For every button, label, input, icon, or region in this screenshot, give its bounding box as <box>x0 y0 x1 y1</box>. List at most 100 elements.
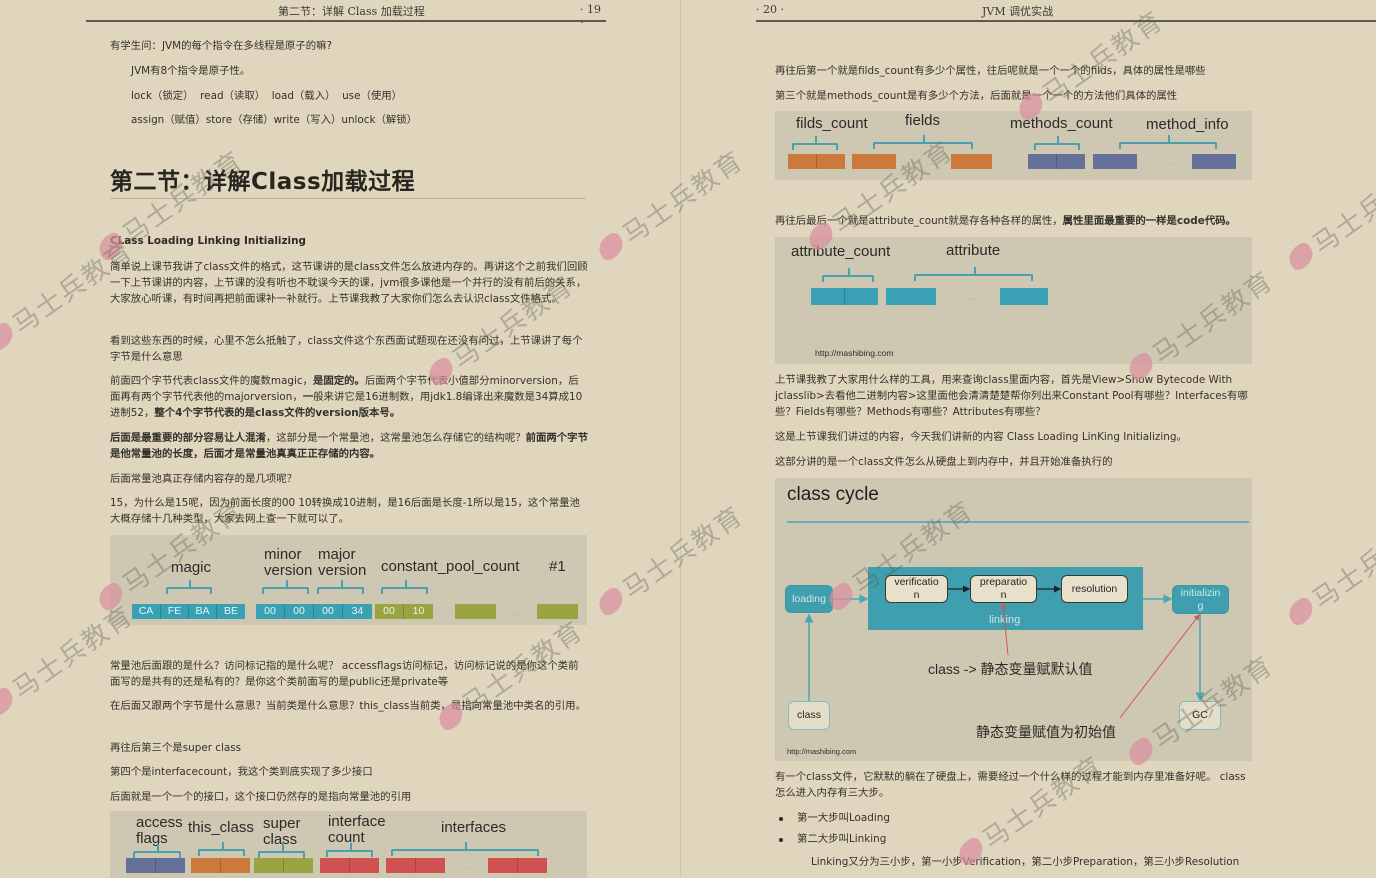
method-block <box>1093 154 1137 169</box>
title-underline <box>787 521 1249 523</box>
class-info-diagram: access flags this_class super class inte… <box>110 811 587 878</box>
paragraph-2: 看到这些东西的时候，心里不怎么抵触了，class文件这个东西面试题现在还没有问过… <box>110 335 583 363</box>
paragraph-5: 这是上节课我们讲过的内容，今天我们讲新的内容 Class Loading Lin… <box>775 431 1187 443</box>
byte-cell <box>788 154 817 169</box>
interface-bytes <box>488 858 547 873</box>
label-method-info: method_info <box>1146 116 1229 133</box>
node-verification: verificatio n <box>885 575 948 603</box>
left-page: 第二节：详解 Class 加载过程 · 19 · 有学生问：JVM的每个指令在多… <box>0 0 680 878</box>
brace-methods-count <box>1034 136 1080 150</box>
brace-minor <box>262 580 309 594</box>
bold-run: 后面是最重要的部分容易让人混淆 <box>110 432 266 444</box>
class-header-diagram: magic minor version major version consta… <box>110 535 587 625</box>
ellipsis: ... <box>512 607 522 618</box>
label-first-entry: #1 <box>549 558 566 575</box>
byte-cell: BA <box>189 604 217 619</box>
label-interface-count: interface count <box>328 813 386 846</box>
node-initializing: initializin g <box>1172 585 1229 614</box>
student-question: 有学生问：JVM的每个指令在多线程是原子的嘛? <box>110 40 333 52</box>
label-this-class: this_class <box>188 819 254 836</box>
running-head-title: JVM 调优实战 <box>982 5 1054 18</box>
cp-entry-block <box>537 604 578 619</box>
right-running-head: · 20 · JVM 调优实战 <box>756 3 1276 21</box>
label-constant-pool-count: constant_pool_count <box>381 558 520 575</box>
paragraph-4: 后面是最重要的部分容易让人混淆，这部分是一个常量池，这常量池怎么存储它的结构呢？… <box>110 430 588 462</box>
byte-cell <box>1028 154 1057 169</box>
brace-major <box>317 580 364 594</box>
byte-cell <box>1057 154 1085 169</box>
instruction-list-1: lock（锁定） read（读取） load（载入） use（使用） <box>131 90 403 102</box>
list-item: 第二大步叫Linking <box>775 829 890 850</box>
methods-count-bytes <box>1028 154 1085 169</box>
cp-entry <box>537 604 578 619</box>
bold-run: 一 <box>302 391 314 403</box>
brace-attribute-count <box>822 268 874 282</box>
brace-fields <box>873 135 973 149</box>
byte-cell <box>320 858 350 873</box>
brace-interfaces <box>391 842 539 856</box>
class-cycle-title: class cycle <box>787 484 879 505</box>
field-entry <box>951 154 992 169</box>
byte-cell <box>156 858 185 873</box>
paragraph-3: 前面四个字节代表class文件的魔数magic，是固定的。后面两个字节代表小值部… <box>110 373 588 421</box>
paragraph-1: 简单说上课节我讲了class文件的格式，这节课讲的是class文件怎么放进内存的… <box>110 261 588 305</box>
field-block <box>951 154 992 169</box>
brace-filds-count <box>792 136 838 150</box>
ellipsis: ... <box>968 292 978 303</box>
magic-bytes: CA FE BA BE <box>132 604 245 619</box>
bold-run: 属性里面最重要的一样是code代码。 <box>1062 215 1236 227</box>
paragraph-11: 后面就是一个一个的接口，这个接口仍然存的是指向常量池的引用 <box>110 791 412 803</box>
linking-label: linking <box>989 614 1021 626</box>
brace-this-class <box>198 842 245 856</box>
access-flags-bytes <box>126 858 185 873</box>
paragraph-5: 后面常量池真正存储内容存的是几项呢？ <box>110 473 298 485</box>
node-resolution: resolution <box>1061 575 1128 603</box>
byte-cell: 00 <box>314 604 343 619</box>
running-head-rule <box>756 20 1376 22</box>
paragraph-4: 上节课我教了大家用什么样的工具，用来查询class里面内容，首先是View>Sh… <box>775 374 1248 418</box>
field-block <box>852 154 896 169</box>
source-url: http://mashibing.com <box>787 747 857 756</box>
node-preparation: preparatio n <box>970 575 1037 603</box>
class-cycle-diagram: class cycle linking loading verificatio … <box>775 478 1252 761</box>
byte-cell <box>416 858 445 873</box>
brace-magic <box>166 580 212 594</box>
paragraph-1: 再往后第一个就是filds_count有多少个属性，往后呢就是一个一个的fild… <box>775 65 1206 77</box>
byte-cell <box>811 288 845 305</box>
brace-interface-count <box>326 843 373 857</box>
field-entry <box>852 154 896 169</box>
method-block <box>1192 154 1236 169</box>
paragraph-6: 这部分讲的是一个class文件怎么从硬盘上到内存中，并且开始准备执行的 <box>775 456 1113 468</box>
attribute-entry <box>886 288 936 305</box>
text-run: 再往后最后一个就是attribute_count就是存各种各样的属性， <box>775 215 1063 227</box>
section-title-rule <box>110 198 586 199</box>
paragraph-8: Linking又分为三小步，第一小步Verification，第二小步Prepa… <box>811 856 1240 868</box>
byte-cell: CA <box>132 604 161 619</box>
label-interfaces: interfaces <box>441 819 507 836</box>
text-run: 前面四个字节代表class文件的魔数magic， <box>110 375 313 387</box>
byte-cell: FE <box>161 604 189 619</box>
byte-cell: 00 <box>256 604 285 619</box>
byte-cell: 00 <box>375 604 404 619</box>
super-class-bytes <box>254 858 313 873</box>
bold-run: 是固定的。 <box>312 375 365 387</box>
list-item: 第一大步叫Loading <box>775 808 890 829</box>
right-page: · 20 · JVM 调优实战 再往后第一个就是filds_count有多少个属… <box>681 0 1376 878</box>
text-run: ，这部分是一个常量池，这常量池怎么存储它的结构呢？ <box>265 432 526 444</box>
atomic-answer: JVM有8个指令是原子性。 <box>131 65 251 77</box>
running-head-title: 第二节：详解 Class 加载过程 <box>278 5 425 18</box>
attribute-block <box>886 288 936 305</box>
label-magic: magic <box>171 559 212 576</box>
version-bytes: 00 00 00 34 <box>256 604 372 619</box>
paragraph-7: 常量池后面跟的是什么？访问标记指的是什么呢？ accessflags访问标记，访… <box>110 660 579 688</box>
label-methods-count: methods_count <box>1010 115 1113 132</box>
byte-cell <box>126 858 156 873</box>
paragraph-6: 15，为什么是15呢，因为前面长度的00 10转换成10进制，是16后面是长度-… <box>110 497 580 525</box>
byte-cell <box>488 858 518 873</box>
method-entry <box>1192 154 1236 169</box>
label-minor-version: minor version <box>264 546 313 579</box>
attributes-diagram: attribute_count attribute ... http://mas… <box>775 237 1252 364</box>
bold-run: 整个4个字节代表的是class文件的version版本号。 <box>154 407 401 419</box>
byte-cell <box>518 858 547 873</box>
attribute-entry <box>1000 288 1048 305</box>
